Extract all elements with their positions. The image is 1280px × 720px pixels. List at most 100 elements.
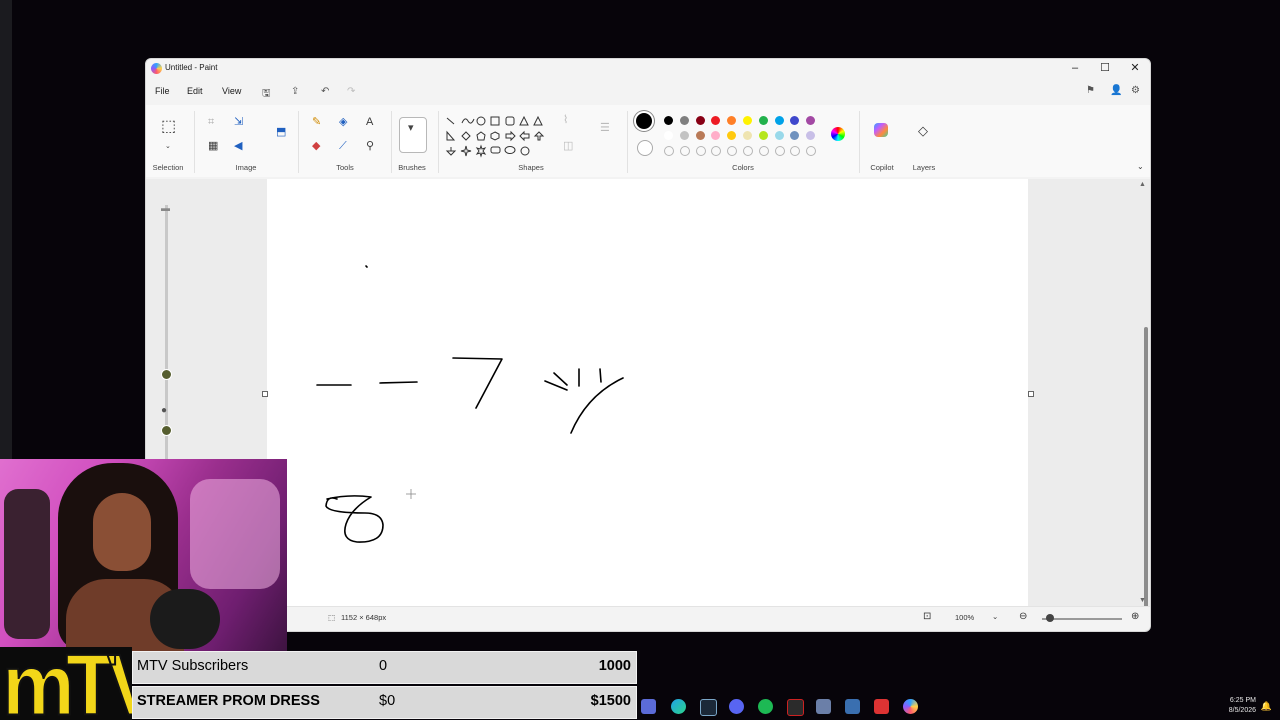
custom-color-slot[interactable] (664, 146, 674, 156)
edit-colors-icon[interactable] (831, 127, 845, 141)
color-swatch[interactable] (774, 131, 784, 140)
ribbon-separator (298, 111, 299, 173)
primary-color-swatch[interactable] (636, 113, 652, 129)
color-swatch[interactable] (758, 131, 768, 140)
color-swatch[interactable] (664, 131, 673, 140)
color-swatch[interactable] (790, 131, 800, 140)
custom-color-slot[interactable] (695, 146, 706, 156)
custom-color-slot[interactable] (727, 146, 738, 156)
notification-icon[interactable]: 🔔 (1261, 701, 1272, 712)
shape-outline-icon[interactable]: ⌇ (563, 115, 568, 126)
copilot-icon[interactable] (874, 123, 888, 137)
color-swatch[interactable] (695, 131, 705, 140)
opacity-knob[interactable] (161, 425, 172, 436)
feedback-icon[interactable]: ⚑ (1086, 85, 1095, 96)
color-swatch[interactable] (743, 116, 752, 125)
text-icon[interactable]: A (366, 117, 373, 128)
color-swatch[interactable] (664, 116, 673, 125)
share-icon[interactable]: ⇪ (291, 86, 299, 97)
color-swatch[interactable] (774, 116, 784, 125)
zoom-in-icon[interactable]: ⊕ (1131, 611, 1139, 622)
shapes-gallery[interactable] (444, 113, 548, 161)
teams-icon[interactable] (641, 699, 656, 714)
capture-app-icon[interactable] (787, 699, 804, 716)
color-swatch[interactable] (743, 131, 752, 140)
color-swatch[interactable] (679, 116, 689, 125)
magnifier-icon[interactable]: ⚲ (366, 141, 374, 152)
color-swatch[interactable] (711, 131, 721, 140)
canvas-resize-handle[interactable] (1028, 391, 1034, 397)
menu-view[interactable]: View (222, 86, 241, 96)
close-icon[interactable]: ✕ (1120, 59, 1150, 79)
slider-top-icon: ▬ (161, 203, 170, 213)
background-removal-icon[interactable]: ▦ (208, 141, 218, 152)
redo-icon[interactable]: ↷ (347, 86, 355, 97)
pencil-icon[interactable]: ✎ (312, 117, 321, 128)
spotify-icon[interactable] (758, 699, 773, 714)
custom-color-slot[interactable] (743, 146, 753, 156)
crop-icon[interactable]: ⌗ (208, 117, 214, 128)
menu-file[interactable]: File (155, 86, 170, 96)
zoom-out-icon[interactable]: ⊖ (1019, 611, 1027, 622)
color-swatch[interactable] (727, 116, 737, 125)
taskbar-clock[interactable]: 6:25 PM 8/5/2026 (1229, 696, 1256, 716)
clock-time: 6:25 PM (1229, 697, 1256, 704)
fill-icon[interactable]: ◈ (339, 117, 347, 128)
slider-knob[interactable] (161, 369, 172, 380)
undo-icon[interactable]: ↶ (321, 86, 329, 97)
shape-fill-icon[interactable]: ◫ (563, 141, 573, 152)
status-bar: ⬚ 1152 × 648px ⊡ 100% ⌄ ⊖ ⊕ (146, 606, 1150, 631)
webcam-person-face (93, 493, 151, 571)
selection-dropdown-icon[interactable]: ⌄ (165, 141, 171, 152)
brushes-button[interactable]: ▾ (399, 117, 427, 153)
settings-gear-icon[interactable]: ⚙ (1131, 85, 1140, 96)
scroll-up-icon[interactable]: ▲ (1139, 179, 1146, 190)
custom-color-slot[interactable] (790, 146, 801, 156)
zoom-slider[interactable] (1042, 618, 1122, 620)
color-swatch[interactable] (790, 116, 800, 125)
discord-icon[interactable] (729, 699, 744, 714)
game-app-icon[interactable] (874, 699, 889, 714)
goal-label: MTV Subscribers (137, 658, 249, 674)
calculator-icon[interactable] (845, 699, 860, 714)
secondary-color-swatch[interactable] (637, 140, 653, 156)
save-icon[interactable]: 🖫 (262, 86, 271, 103)
minimize-icon[interactable]: – (1060, 59, 1090, 79)
zoom-select[interactable]: 100% ⌄ (949, 611, 1003, 626)
ribbon: ⬚ ⌄ Selection ⌗ ⇲ ⬒ ▦ ◀ Image ✎ ◈ A ◆ ⟋ … (146, 105, 1150, 177)
shape-size-icon[interactable]: ☰ (600, 123, 610, 134)
ribbon-collapse-icon[interactable]: ⌄ (1137, 161, 1144, 172)
custom-color-slot[interactable] (679, 146, 690, 156)
custom-color-slot[interactable] (806, 146, 817, 156)
color-swatch[interactable] (806, 116, 816, 125)
color-swatch[interactable] (758, 116, 768, 125)
image-size-icon[interactable]: ⬒ (276, 127, 286, 138)
drawing-canvas[interactable] (267, 179, 1028, 607)
menu-edit[interactable]: Edit (187, 86, 203, 96)
zoom-slider-knob[interactable] (1046, 614, 1054, 622)
selection-rectangle-icon[interactable]: ⬚ (161, 119, 176, 135)
steam-icon[interactable] (700, 699, 717, 716)
custom-color-slot[interactable] (758, 146, 769, 156)
rotate-icon[interactable]: ◀ (234, 141, 242, 152)
custom-color-slot[interactable] (774, 146, 785, 156)
custom-color-slot[interactable] (711, 146, 722, 156)
color-swatch[interactable] (727, 131, 737, 140)
maximize-icon[interactable]: ☐ (1090, 59, 1120, 79)
color-picker-icon[interactable]: ⟋ (339, 141, 347, 152)
fit-to-window-icon[interactable]: ⊡ (923, 611, 931, 622)
color-swatch[interactable] (711, 116, 721, 125)
color-swatch[interactable] (679, 131, 689, 140)
color-swatch[interactable] (695, 116, 705, 125)
canvas-resize-handle[interactable] (262, 391, 268, 397)
settings-app-icon[interactable] (816, 699, 831, 714)
eraser-icon[interactable]: ◆ (312, 141, 320, 152)
paint-taskbar-icon[interactable] (903, 699, 918, 714)
scroll-down-icon[interactable]: ▼ (1139, 595, 1146, 606)
layers-icon[interactable]: ◇ (918, 124, 928, 137)
account-icon[interactable]: 👤 (1110, 85, 1122, 96)
resize-icon[interactable]: ⇲ (234, 117, 243, 128)
vertical-scrollbar[interactable] (1144, 327, 1148, 631)
color-swatch[interactable] (806, 131, 816, 140)
edge-icon[interactable] (671, 699, 686, 714)
